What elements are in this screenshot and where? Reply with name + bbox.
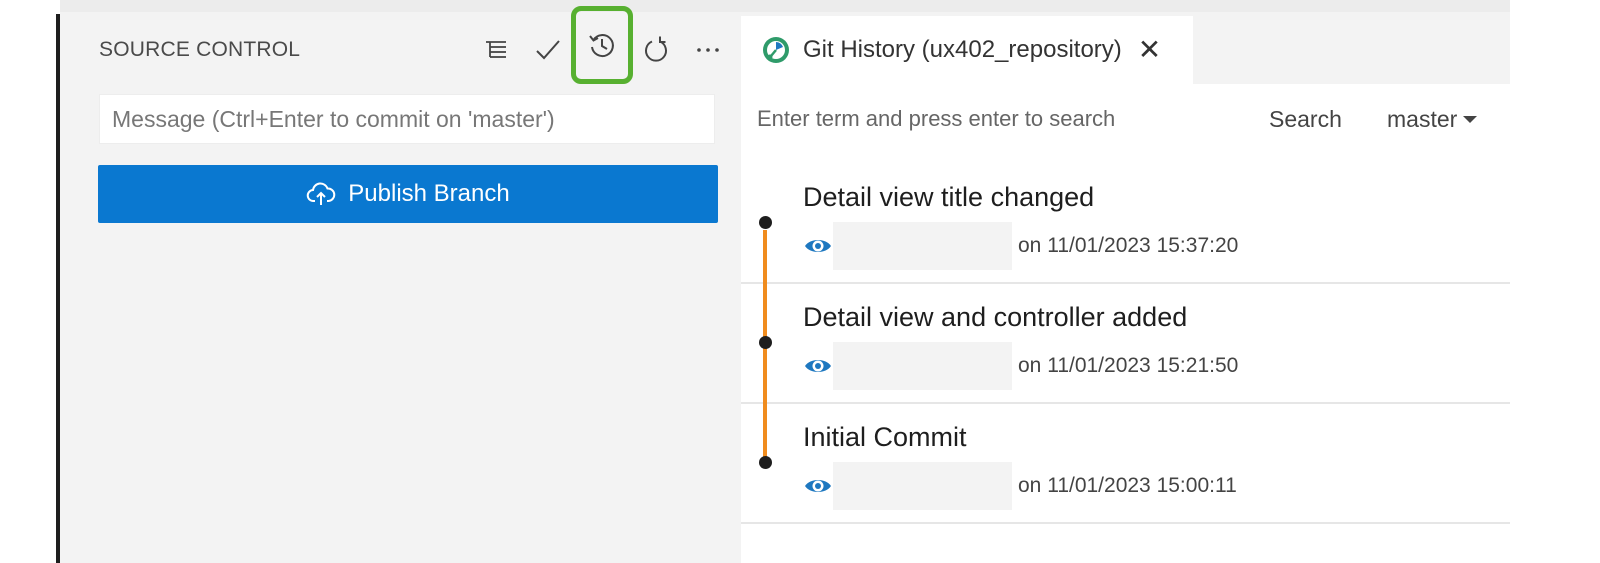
cloud-upload-icon [307,182,336,205]
graph-line [763,404,767,462]
commit-message-input[interactable] [99,94,715,144]
git-history-icon [763,37,789,63]
commit-meta: on 11/01/2023 15:00:11 [803,462,1237,510]
refresh-icon [645,36,667,62]
graph-node [759,216,772,229]
publish-branch-label: Publish Branch [348,180,510,207]
eye-icon[interactable] [803,231,833,261]
refresh-button[interactable] [630,26,682,74]
commit-button[interactable] [522,26,574,74]
branch-dropdown[interactable]: master [1387,106,1478,133]
commit-date: on 11/01/2023 15:21:50 [1018,354,1239,377]
view-history-button[interactable] [571,6,633,84]
chevron-down-icon [1463,116,1478,123]
top-strip [60,0,1510,12]
commit-row[interactable]: Initial Commit on 11/01/2023 15:00:11 [741,404,1510,524]
commit-message: Initial Commit [803,422,967,452]
commit-check-icon [536,40,560,60]
graph-node [759,336,772,349]
eye-icon[interactable] [803,471,833,501]
commit-message: Detail view title changed [803,182,1095,212]
tab-git-history-label: Git History (ux402_repository) [803,36,1122,63]
branch-name: master [1387,106,1458,132]
author-avatar-placeholder [833,222,1012,270]
author-avatar-placeholder [833,462,1012,510]
commit-date: on 11/01/2023 15:37:20 [1018,234,1239,257]
commit-row[interactable]: Detail view title changed on 11/01/2023 … [741,164,1510,284]
publish-branch-button[interactable]: Publish Branch [98,165,718,223]
author-avatar-placeholder [833,342,1012,390]
view-as-tree-icon [486,41,506,58]
commit-list: Detail view title changed on 11/01/2023 … [741,164,1510,524]
commit-row[interactable]: Detail view and controller added on 11/0… [741,284,1510,404]
editor-tab-bar: Git History (ux402_repository) ✕ [741,12,1510,84]
history-icon [589,34,614,58]
source-control-toolbar [470,6,734,84]
commit-meta: on 11/01/2023 15:37:20 [803,222,1238,270]
more-actions-icon [697,48,719,52]
close-tab-icon[interactable]: ✕ [1138,36,1161,64]
history-search-input[interactable] [757,96,1237,142]
graph-node [759,456,772,469]
search-button[interactable]: Search [1269,106,1342,133]
source-control-panel: SOURCE CONTROL Message (Ctrl+Enter to co… [60,6,741,563]
source-control-title: SOURCE CONTROL [99,38,301,61]
eye-icon[interactable] [803,351,833,381]
more-actions-button[interactable] [682,26,734,74]
history-search-row: Search master [741,94,1510,144]
commit-meta: on 11/01/2023 15:21:50 [803,342,1238,390]
commit-message: Detail view and controller added [803,302,1188,332]
tab-git-history[interactable]: Git History (ux402_repository) ✕ [741,16,1193,84]
git-history-panel: Git History (ux402_repository) ✕ Search … [741,12,1510,563]
view-as-tree-button[interactable] [470,26,522,74]
commit-date: on 11/01/2023 15:00:11 [1018,474,1237,497]
graph-line [763,230,767,284]
